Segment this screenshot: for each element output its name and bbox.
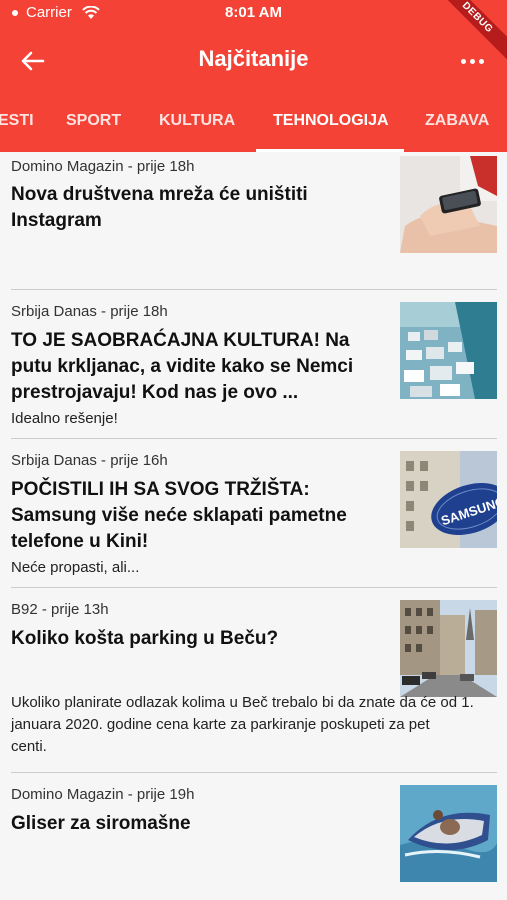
category-tabs: ESTI SPORT KULTURA TEHNOLOGIJA ZABAVA	[0, 98, 507, 152]
samsung-sign-image: SAMSUNG	[400, 451, 497, 548]
jetboat-image	[400, 785, 497, 882]
more-dot-icon	[478, 58, 484, 64]
list-item[interactable]: Domino Magazin - prije 19h Gliser za sir…	[0, 773, 507, 900]
app-header: Carrier 8:01 AM DEBUG Najčitanije ESTI S…	[0, 0, 507, 152]
tab-kultura[interactable]: KULTURA	[159, 112, 235, 130]
tab-tehnologija[interactable]: TEHNOLOGIJA	[273, 112, 389, 130]
tab-vesti[interactable]: ESTI	[0, 112, 34, 130]
article-feed: Domino Magazin - prije 18h Nova društven…	[0, 152, 507, 900]
list-item[interactable]: B92 - prije 13h Koliko košta parking u B…	[0, 588, 507, 772]
app-bar: Najčitanije	[0, 34, 507, 86]
more-options-button[interactable]	[457, 46, 487, 76]
vienna-street-image	[400, 600, 497, 697]
article-source: Srbija Danas - prije 18h	[11, 303, 168, 320]
article-headline: Nova društvena mreža će uništiti Instagr…	[11, 184, 308, 231]
article-summary: Ukoliko planirate odlazak kolima u Beč t…	[11, 694, 474, 755]
article-headline: POČISTILI IH SA SVOG TRŽIŠTA: Samsung vi…	[11, 479, 347, 552]
article-headline: Gliser za siromašne	[11, 813, 191, 834]
phone-hands-image	[400, 156, 497, 253]
more-dot-icon	[469, 58, 475, 64]
article-summary: Neće propasti, ali...	[11, 559, 140, 576]
article-headline: Koliko košta parking u Beču?	[11, 628, 279, 649]
tab-zabava[interactable]: ZABAVA	[425, 112, 489, 130]
traffic-image	[400, 302, 497, 399]
more-dot-icon	[460, 58, 466, 64]
status-bar: Carrier 8:01 AM	[0, 0, 507, 26]
list-item[interactable]: Srbija Danas - prije 16h POČISTILI IH SA…	[0, 439, 507, 587]
article-source: B92 - prije 13h	[11, 601, 109, 618]
tab-sport[interactable]: SPORT	[66, 112, 121, 130]
article-source: Domino Magazin - prije 19h	[11, 786, 195, 803]
status-time: 8:01 AM	[225, 4, 282, 21]
page-title: Najčitanije	[198, 46, 309, 71]
article-source: Srbija Danas - prije 16h	[11, 452, 168, 469]
list-item[interactable]: Srbija Danas - prije 18h TO JE SAOBRAĆAJ…	[0, 290, 507, 438]
article-summary: Idealno rešenje!	[11, 410, 118, 427]
list-item[interactable]: Domino Magazin - prije 18h Nova društven…	[0, 152, 507, 289]
article-source: Domino Magazin - prije 18h	[11, 158, 195, 175]
article-headline: TO JE SAOBRAĆAJNA KULTURA! Na putu krklj…	[11, 330, 354, 403]
